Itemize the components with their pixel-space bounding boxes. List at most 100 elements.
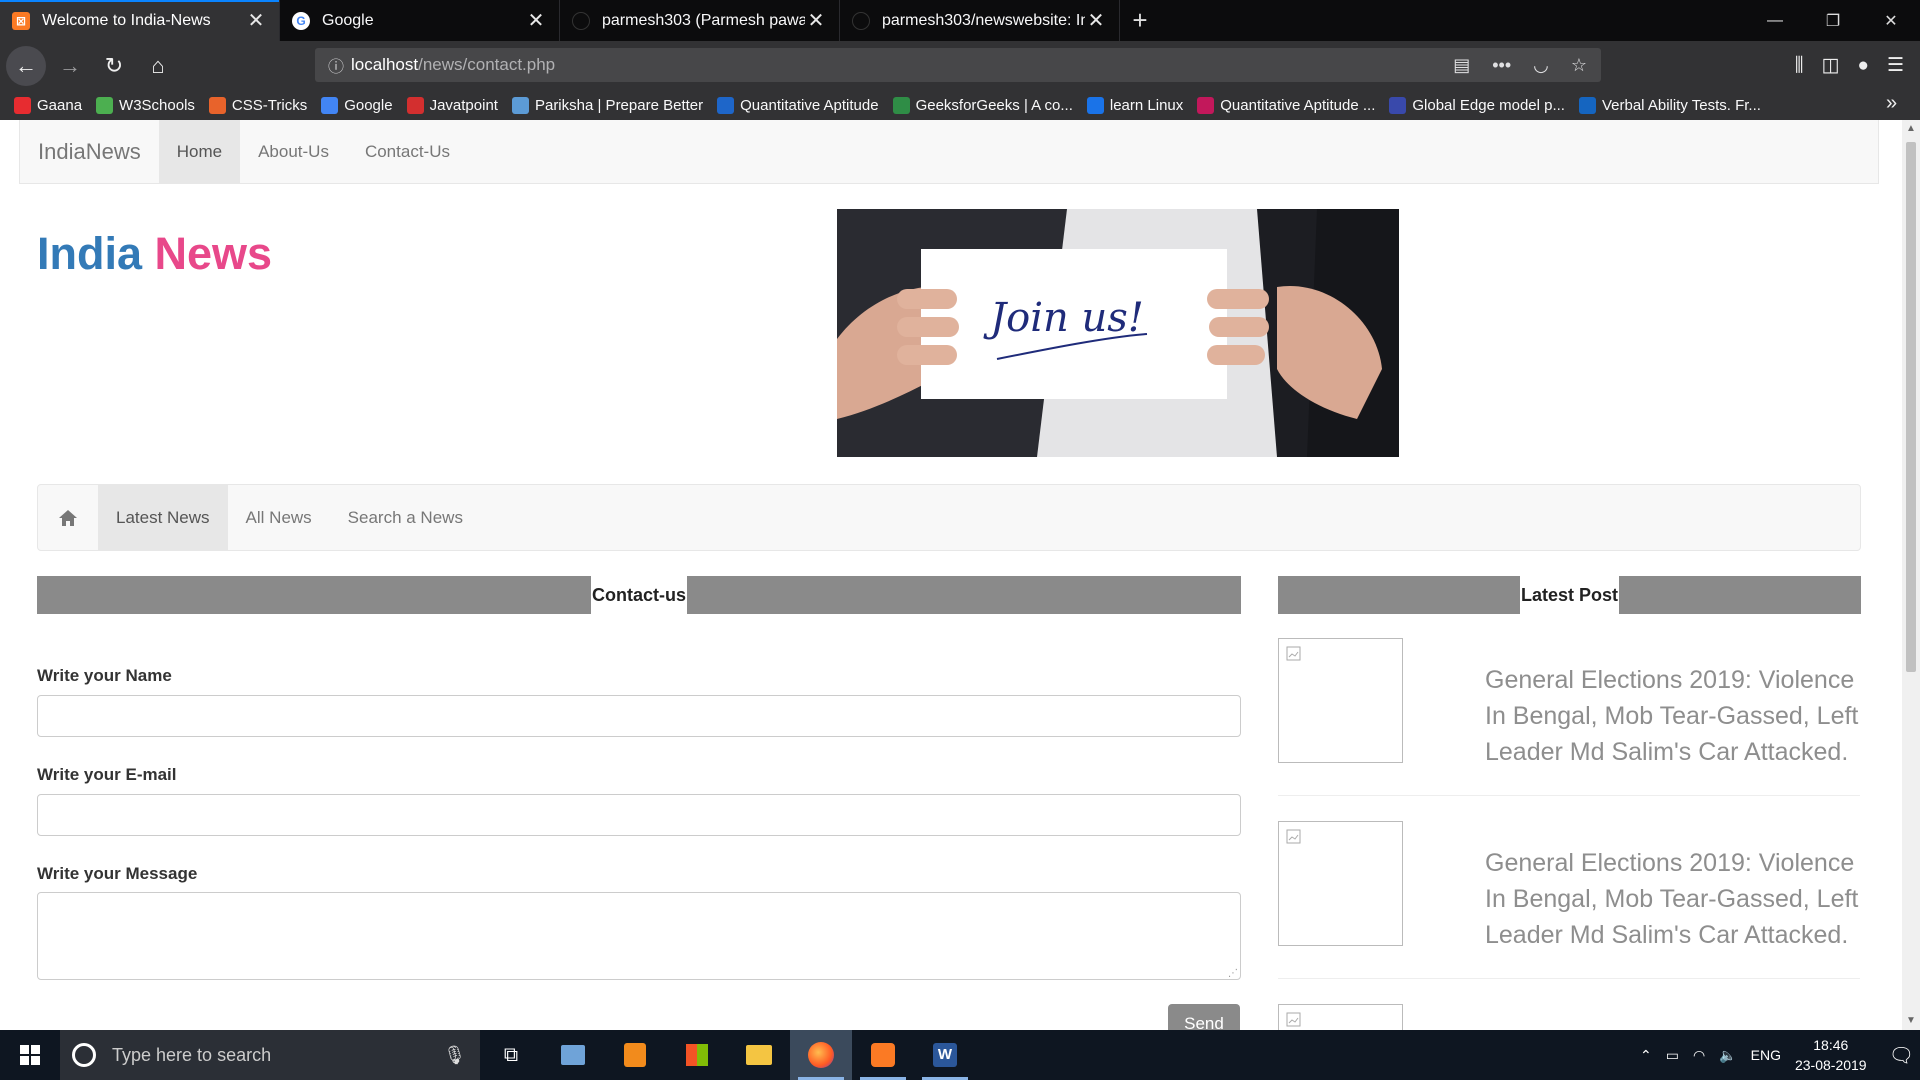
page-actions-icon[interactable]: ••• <box>1492 55 1511 76</box>
taskbar-search-box[interactable]: Type here to search 🎙 <box>60 1030 480 1080</box>
bookmark-item[interactable]: Global Edge model p... <box>1389 96 1565 114</box>
nav-home[interactable]: Home <box>158 120 241 183</box>
close-window-icon[interactable]: ✕ <box>1862 0 1920 41</box>
close-tab-icon[interactable]: ✕ <box>245 8 267 33</box>
volume-icon[interactable]: 🔈 <box>1719 1047 1736 1064</box>
word-icon[interactable]: W <box>914 1030 976 1080</box>
bookmark-item[interactable]: CSS-Tricks <box>208 96 308 114</box>
subnav-latest-news[interactable]: Latest News <box>98 485 228 550</box>
bookmark-item[interactable]: Quantitative Aptitude ... <box>1197 96 1375 114</box>
start-button[interactable] <box>0 1030 60 1080</box>
firefox-icon[interactable] <box>790 1030 852 1080</box>
close-tab-icon[interactable]: ✕ <box>1085 8 1107 33</box>
post-thumbnail[interactable] <box>1278 821 1403 946</box>
page-scrollbar[interactable]: ▲ ▼ <box>1902 120 1920 1030</box>
show-hidden-icons-icon[interactable]: ⌃ <box>1640 1047 1652 1064</box>
tab-title: Google <box>322 11 374 29</box>
home-icon[interactable] <box>38 485 98 550</box>
resize-grip-icon[interactable]: ⋰ <box>1228 968 1238 979</box>
post-title[interactable]: General Elections 2019: Violence In Beng… <box>1485 662 1865 770</box>
bookmark-label: learn Linux <box>1109 96 1184 114</box>
message-textarea[interactable]: ⋰ <box>37 892 1241 980</box>
xampp-taskbar-icon[interactable] <box>852 1030 914 1080</box>
email-field[interactable] <box>37 794 1241 836</box>
bookmark-item[interactable]: Javatpoint <box>406 96 498 114</box>
home-button[interactable]: ⌂ <box>138 46 178 86</box>
page-viewport: IndiaNews Home About-Us Contact-Us India… <box>0 120 1902 1030</box>
clock[interactable]: 18:46 23-08-2019 <box>1795 1035 1867 1075</box>
bookmark-star-icon[interactable]: ☆ <box>1571 55 1587 76</box>
bookmark-item[interactable]: learn Linux <box>1086 96 1184 114</box>
back-button[interactable]: ← <box>6 45 46 86</box>
minimize-icon[interactable]: — <box>1746 0 1804 41</box>
bookmark-favicon-icon <box>14 96 31 114</box>
microphone-icon[interactable]: 🎙 <box>443 1045 466 1066</box>
language-indicator[interactable]: ENG <box>1751 1047 1781 1063</box>
nav-contact-us[interactable]: Contact-Us <box>347 120 468 183</box>
navbar-brand[interactable]: IndiaNews <box>20 120 159 183</box>
clock-time: 18:46 <box>1813 1037 1849 1053</box>
bookmark-item[interactable]: Verbal Ability Tests. Fr... <box>1578 96 1761 114</box>
pocket-icon[interactable]: ◡ <box>1533 55 1549 76</box>
message-label: Write your Message <box>37 864 198 883</box>
reload-button[interactable]: ↻ <box>94 46 134 86</box>
scroll-up-icon[interactable]: ▲ <box>1902 120 1920 138</box>
file-explorer-icon[interactable] <box>728 1030 790 1080</box>
scroll-down-icon[interactable]: ▼ <box>1902 1012 1920 1030</box>
bookmark-item[interactable]: Quantitative Aptitude <box>717 96 879 114</box>
bookmark-item[interactable]: W3Schools <box>96 96 195 114</box>
account-icon[interactable]: ● <box>1857 55 1868 77</box>
post-title[interactable]: General Elections 2019: Violence In Beng… <box>1485 845 1865 953</box>
bookmark-label: CSS-Tricks <box>231 96 308 114</box>
notifications-icon[interactable]: 🗨 <box>1889 1043 1914 1068</box>
control-panel-icon[interactable] <box>542 1030 604 1080</box>
bookmark-item[interactable]: Google <box>321 96 393 114</box>
url-path: /news/contact.php <box>418 55 556 74</box>
windows-taskbar: Type here to search 🎙 ⧉ W ⌃ ▭ ◠ 🔈 ENG 18… <box>0 1030 1920 1080</box>
broken-image-icon <box>1286 646 1301 661</box>
close-tab-icon[interactable]: ✕ <box>525 8 547 33</box>
tab-github-profile[interactable]: parmesh303 (Parmesh pawar) ✕ <box>560 0 840 41</box>
tab-google[interactable]: G Google ✕ <box>280 0 560 41</box>
new-tab-button[interactable]: + <box>1120 0 1160 41</box>
task-view-icon[interactable]: ⧉ <box>480 1030 542 1080</box>
site-title: India News <box>37 228 272 280</box>
scrollbar-thumb[interactable] <box>1906 142 1916 672</box>
bookmark-label: Gaana <box>37 96 83 114</box>
nav-about-us[interactable]: About-Us <box>240 120 347 183</box>
github-icon <box>852 11 870 30</box>
subnav-search-news[interactable]: Search a News <box>330 485 481 550</box>
store-icon[interactable] <box>666 1030 728 1080</box>
bookmark-favicon-icon <box>892 96 910 114</box>
menu-icon[interactable]: ☰ <box>1887 54 1904 77</box>
join-us-banner: Join us! <box>837 209 1399 457</box>
reader-view-icon[interactable]: ▤ <box>1453 55 1470 76</box>
bookmark-label: Javatpoint <box>429 96 498 114</box>
navigation-toolbar: ← → ↻ ⌂ ⓘ localhost/news/contact.php ▤ •… <box>0 41 1920 90</box>
send-button[interactable]: Send <box>1168 1004 1240 1030</box>
battery-icon[interactable]: ▭ <box>1666 1047 1679 1064</box>
restore-icon[interactable]: ❐ <box>1804 0 1862 41</box>
library-icon[interactable]: ⫼ <box>1795 55 1804 77</box>
bookmark-item[interactable]: Gaana <box>14 96 83 114</box>
sidebar-icon[interactable]: ◫ <box>1822 54 1840 77</box>
close-tab-icon[interactable]: ✕ <box>805 8 827 33</box>
site-info-icon[interactable]: ⓘ <box>321 53 351 77</box>
name-field[interactable] <box>37 695 1241 737</box>
bookmark-label: Global Edge model p... <box>1412 96 1565 114</box>
url-bar[interactable]: ⓘ localhost/news/contact.php ▤ ••• ◡ ☆ <box>315 48 1601 82</box>
sublime-text-icon[interactable] <box>604 1030 666 1080</box>
post-thumbnail[interactable] <box>1278 1004 1403 1030</box>
post-thumbnail[interactable] <box>1278 638 1403 763</box>
subnav-all-news[interactable]: All News <box>228 485 330 550</box>
google-icon: G <box>292 11 310 30</box>
wifi-icon[interactable]: ◠ <box>1693 1047 1705 1064</box>
forward-button[interactable]: → <box>50 46 90 86</box>
bookmark-item[interactable]: Pariksha | Prepare Better <box>511 96 703 114</box>
tab-strip: ⊠ Welcome to India-News ✕ G Google ✕ par… <box>0 0 1920 41</box>
bookmark-item[interactable]: GeeksforGeeks | A co... <box>892 96 1073 114</box>
more-bookmarks-icon[interactable]: » <box>1886 92 1906 115</box>
tab-india-news[interactable]: ⊠ Welcome to India-News ✕ <box>0 0 280 41</box>
system-tray: ⌃ ▭ ◠ 🔈 ENG 18:46 23-08-2019 🗨 <box>1640 1035 1920 1075</box>
tab-github-repo[interactable]: parmesh303/newswebsite: Indi ✕ <box>840 0 1120 41</box>
